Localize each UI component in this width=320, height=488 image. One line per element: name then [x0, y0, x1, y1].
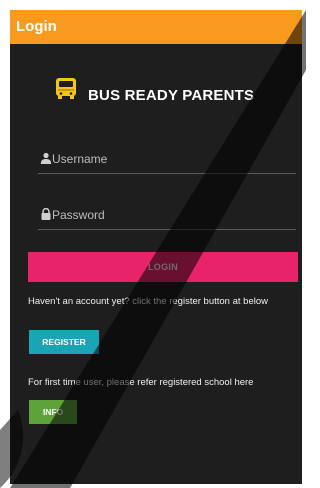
first-time-prompt: For first time user, please refer regist…: [28, 377, 254, 388]
bus-icon: [56, 78, 76, 99]
lock-icon: [41, 208, 51, 220]
password-field: [38, 198, 296, 230]
brand-title: BUS READY PARENTS: [88, 87, 255, 104]
username-input[interactable]: [52, 148, 292, 170]
app-bar-title: Login: [16, 18, 57, 35]
app-bar: Login: [10, 10, 302, 44]
username-field: [38, 142, 296, 174]
brand-header: BUS READY PARENTS: [54, 76, 284, 106]
password-input[interactable]: [52, 204, 292, 226]
app-screen: Login BUS READY PARENTS LOGIN Haven't an…: [10, 10, 302, 484]
register-prompt: Haven't an account yet? click the regist…: [28, 296, 268, 307]
info-button[interactable]: INFO: [29, 400, 77, 424]
login-button[interactable]: LOGIN: [28, 252, 298, 282]
person-icon: [40, 152, 52, 164]
register-button[interactable]: REGISTER: [29, 330, 99, 354]
